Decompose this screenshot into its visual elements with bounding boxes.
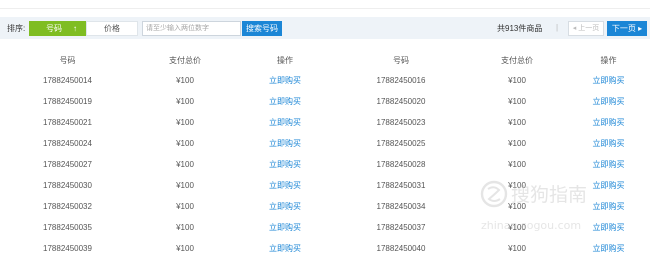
- phone-number: 17882450030: [43, 181, 92, 190]
- buy-now-link[interactable]: 立即购买: [567, 154, 650, 175]
- buy-now-link[interactable]: 立即购买: [235, 175, 335, 196]
- table-row: 17882450024 ¥100 立即购买 17882450025 ¥100 立即购买: [0, 133, 650, 154]
- price: ¥100: [508, 160, 526, 169]
- phone-number: 17882450020: [376, 97, 426, 106]
- table-row: 17882450032 ¥100 立即购买 17882450034 ¥100 立即购买: [0, 196, 650, 217]
- price: ¥100: [176, 97, 194, 106]
- prev-page-button[interactable]: ◂ 上一页: [568, 21, 604, 36]
- buy-now-link[interactable]: 立即购买: [567, 91, 650, 112]
- phone-number: 17882450031: [376, 181, 426, 190]
- header-price: 支付总价: [501, 56, 533, 65]
- header-price: 支付总价: [169, 56, 201, 65]
- price: ¥100: [176, 223, 194, 232]
- price: ¥100: [176, 118, 194, 127]
- buy-now-link[interactable]: 立即购买: [235, 133, 335, 154]
- buy-now-link[interactable]: 立即购买: [235, 70, 335, 91]
- header-number: 号码: [59, 56, 76, 65]
- buy-now-link[interactable]: 立即购买: [235, 91, 335, 112]
- table-row: 17882450021 ¥100 立即购买 17882450023 ¥100 立即购买: [0, 112, 650, 133]
- pager-separator: |: [556, 23, 559, 32]
- phone-number: 17882450025: [376, 139, 426, 148]
- phone-number: 17882450019: [43, 97, 92, 106]
- phone-number: 17882450028: [376, 160, 426, 169]
- table-row: 17882450039 ¥100 立即购买 17882450040 ¥100 立即购买: [0, 238, 650, 259]
- table-row: 17882450035 ¥100 立即购买 17882450037 ¥100 立即购买: [0, 217, 650, 238]
- price: ¥100: [176, 76, 194, 85]
- total-count: 共913件商品: [497, 24, 543, 33]
- buy-now-link[interactable]: 立即购买: [567, 196, 650, 217]
- phone-number: 17882450023: [376, 118, 426, 127]
- table-row: 17882450027 ¥100 立即购买 17882450028 ¥100 立即购买: [0, 154, 650, 175]
- phone-number: 17882450037: [376, 223, 426, 232]
- header-action: 操作: [277, 56, 293, 65]
- search-number-button[interactable]: 搜索号码: [242, 21, 282, 36]
- price: ¥100: [508, 118, 526, 127]
- phone-number: 17882450035: [43, 223, 92, 232]
- buy-now-link[interactable]: 立即购买: [235, 112, 335, 133]
- price: ¥100: [176, 139, 194, 148]
- price: ¥100: [508, 76, 526, 85]
- phone-number: 17882450040: [376, 244, 426, 253]
- sort-by-price-button[interactable]: 价格: [86, 21, 138, 36]
- phone-number: 17882450016: [376, 76, 426, 85]
- buy-now-link[interactable]: 立即购买: [567, 238, 650, 259]
- header-number: 号码: [393, 56, 409, 65]
- next-page-button[interactable]: 下一页 ▸: [607, 21, 647, 36]
- buy-now-link[interactable]: 立即购买: [567, 175, 650, 196]
- price: ¥100: [176, 202, 194, 211]
- number-search-input[interactable]: [142, 21, 241, 36]
- phone-number: 17882450034: [376, 202, 426, 211]
- top-divider: [0, 0, 650, 9]
- buy-now-link[interactable]: 立即购买: [235, 238, 335, 259]
- number-list-table: 号码 支付总价 操作 号码 支付总价 操作 17882450014 ¥100 立即购…: [0, 51, 650, 259]
- price: ¥100: [508, 244, 526, 253]
- buy-now-link[interactable]: 立即购买: [235, 217, 335, 238]
- phone-number: 17882450014: [43, 76, 92, 85]
- table-row: 17882450019 ¥100 立即购买 17882450020 ¥100 立即购买: [0, 91, 650, 112]
- buy-now-link[interactable]: 立即购买: [567, 112, 650, 133]
- phone-number: 17882450032: [43, 202, 92, 211]
- buy-now-link[interactable]: 立即购买: [567, 133, 650, 154]
- table-row: 17882450030 ¥100 立即购买 17882450031 ¥100 立即购买: [0, 175, 650, 196]
- sort-toolbar: 排序: 号码 ↑ 价格 搜索号码 共913件商品 | ◂ 上一页 下一页 ▸: [0, 17, 650, 39]
- buy-now-link[interactable]: 立即购买: [567, 217, 650, 238]
- sort-by-number-label: 号码: [46, 24, 62, 33]
- table-header-row: 号码 支付总价 操作 号码 支付总价 操作: [0, 51, 650, 70]
- phone-number: 17882450039: [43, 244, 92, 253]
- price: ¥100: [508, 202, 526, 211]
- sort-label: 排序:: [7, 24, 26, 33]
- sort-by-number-button[interactable]: 号码 ↑: [29, 21, 86, 36]
- phone-number: 17882450027: [43, 160, 92, 169]
- arrow-up-icon: ↑: [73, 24, 77, 33]
- buy-now-link[interactable]: 立即购买: [235, 196, 335, 217]
- price: ¥100: [176, 244, 194, 253]
- price: ¥100: [508, 181, 526, 190]
- price: ¥100: [176, 160, 194, 169]
- price: ¥100: [176, 181, 194, 190]
- buy-now-link[interactable]: 立即购买: [567, 70, 650, 91]
- phone-number: 17882450021: [43, 118, 92, 127]
- price: ¥100: [508, 97, 526, 106]
- price: ¥100: [508, 223, 526, 232]
- table-row: 17882450014 ¥100 立即购买 17882450016 ¥100 立即购买: [0, 70, 650, 91]
- phone-number: 17882450024: [43, 139, 92, 148]
- price: ¥100: [508, 139, 526, 148]
- header-action: 操作: [600, 56, 617, 65]
- buy-now-link[interactable]: 立即购买: [235, 154, 335, 175]
